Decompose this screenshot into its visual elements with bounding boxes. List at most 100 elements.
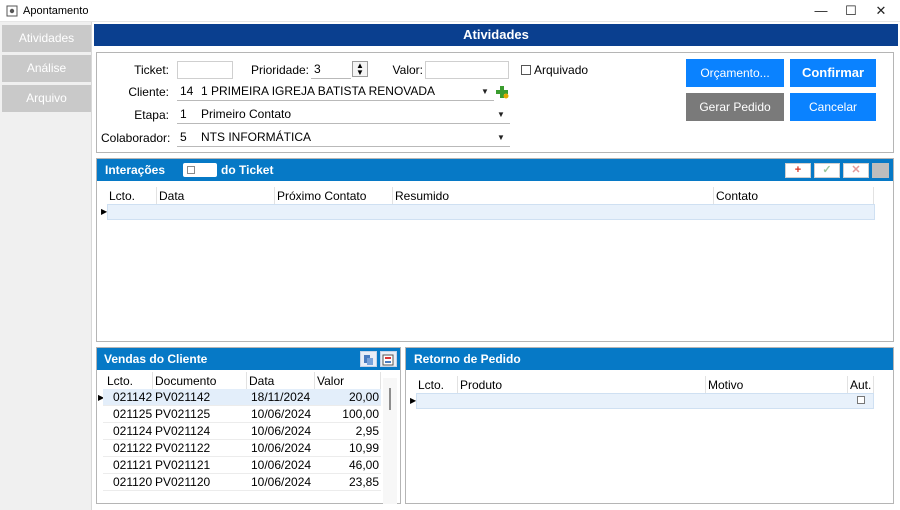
- retorno-col-motivo[interactable]: Motivo: [706, 376, 848, 394]
- vendas-cell-valor: 23,85: [348, 475, 379, 489]
- cliente-code-field[interactable]: 14: [177, 83, 198, 101]
- ticket-toggle[interactable]: [183, 163, 217, 177]
- col-lcto[interactable]: Lcto.: [107, 187, 157, 205]
- vendas-cell-data: 10/06/2024: [251, 407, 312, 421]
- vendas-cell-lcto: 021125: [113, 407, 153, 421]
- title-bar: Apontamento — ☐ ✕: [0, 0, 900, 22]
- vendas-col-documento[interactable]: Documento: [153, 372, 247, 390]
- report-icon[interactable]: [380, 351, 397, 367]
- table-row[interactable]: 021122 PV021122 10/06/2024 10,99: [103, 440, 381, 457]
- vendas-cell-documento: PV021125: [155, 407, 211, 421]
- vendas-cell-data: 10/06/2024: [251, 441, 312, 455]
- scrollbar-thumb[interactable]: [389, 388, 391, 410]
- vendas-cell-lcto: 021121: [113, 458, 153, 472]
- toggle-knob: [187, 166, 195, 174]
- maximize-button[interactable]: ☐: [836, 0, 866, 22]
- colaborador-label: Colaborador:: [101, 131, 171, 145]
- cliente-dropdown-chevron-icon[interactable]: ▼: [478, 84, 492, 100]
- retorno-panel: Retorno de Pedido Lcto. Produto Motivo A…: [405, 347, 894, 504]
- colaborador-code-field[interactable]: 5: [177, 129, 198, 147]
- retorno-title: Retorno de Pedido: [414, 352, 521, 366]
- vendas-cell-lcto: 021124: [113, 424, 153, 438]
- ticket-label: Ticket:: [134, 63, 169, 77]
- table-row[interactable]: 021121 PV021121 10/06/2024 46,00: [103, 457, 381, 474]
- orcamento-button[interactable]: Orçamento...: [686, 59, 784, 87]
- valor-field[interactable]: [425, 61, 509, 79]
- vendas-cell-documento: PV021120: [155, 475, 211, 489]
- vendas-col-lcto[interactable]: Lcto.: [105, 372, 153, 390]
- col-proximo-contato[interactable]: Próximo Contato: [275, 187, 393, 205]
- vendas-cell-data: 10/06/2024: [251, 475, 312, 489]
- confirm-interacao-button[interactable]: ✓: [814, 163, 840, 178]
- panel-extra-button[interactable]: [872, 163, 889, 178]
- vendas-col-data[interactable]: Data: [247, 372, 315, 390]
- prioridade-spinner[interactable]: ▲ ▼: [352, 61, 368, 77]
- arquivado-label: Arquivado: [534, 63, 589, 77]
- vendas-cell-valor: 100,00: [342, 407, 379, 421]
- col-contato[interactable]: Contato: [714, 187, 874, 205]
- vendas-cell-documento: PV021124: [155, 424, 211, 438]
- copy-icon[interactable]: [360, 351, 377, 367]
- vendas-cell-lcto: 021122: [113, 441, 153, 455]
- colaborador-name-field[interactable]: NTS INFORMÁTICA: [198, 129, 510, 147]
- vendas-cell-valor: 2,95: [355, 424, 379, 438]
- retorno-col-aut[interactable]: Aut.: [848, 376, 874, 394]
- retorno-col-produto[interactable]: Produto: [458, 376, 706, 394]
- col-resumido[interactable]: Resumido: [393, 187, 714, 205]
- table-row[interactable]: 021125 PV021125 10/06/2024 100,00: [103, 406, 381, 423]
- vendas-header: Vendas do Cliente: [97, 348, 400, 370]
- prioridade-label: Prioridade:: [250, 63, 309, 77]
- cliente-label: Cliente:: [128, 85, 169, 99]
- form-panel: Ticket: Prioridade: 3 ▲ ▼ Valor: Arquivad…: [96, 52, 894, 153]
- etapa-name-field[interactable]: Primeiro Contato: [198, 106, 510, 124]
- sidebar-item-analise[interactable]: Análise: [2, 55, 91, 82]
- vendas-cell-lcto: 021120: [113, 475, 153, 489]
- cancel-interacao-button[interactable]: ✕: [843, 163, 869, 178]
- add-interacao-button[interactable]: +: [785, 163, 811, 178]
- retorno-header: Retorno de Pedido: [406, 348, 893, 370]
- confirmar-button[interactable]: Confirmar: [790, 59, 876, 87]
- colaborador-dropdown-chevron-icon[interactable]: ▼: [494, 130, 508, 146]
- gerar-pedido-button[interactable]: Gerar Pedido: [686, 93, 784, 121]
- cancelar-button[interactable]: Cancelar: [790, 93, 876, 121]
- sidebar: Atividades Análise Arquivo: [0, 22, 92, 510]
- ticket-field[interactable]: [177, 61, 233, 79]
- add-cliente-icon[interactable]: [495, 85, 509, 99]
- etapa-dropdown-chevron-icon[interactable]: ▼: [494, 107, 508, 123]
- app-gear-icon: [6, 5, 18, 17]
- prioridade-field[interactable]: 3: [311, 61, 351, 79]
- aut-checkbox[interactable]: [857, 396, 865, 404]
- vendas-panel: Vendas do Cliente Lcto. Documento Data V…: [96, 347, 401, 504]
- sidebar-item-arquivo[interactable]: Arquivo: [2, 85, 91, 112]
- valor-label: Valor:: [392, 63, 423, 77]
- retorno-col-lcto[interactable]: Lcto.: [416, 376, 458, 394]
- interacoes-panel: Interações do Ticket + ✓ ✕ Lcto. Data Pr…: [96, 158, 894, 342]
- vendas-cell-valor: 20,00: [348, 390, 379, 404]
- window-title: Apontamento: [23, 5, 89, 17]
- interacoes-header: Interações do Ticket + ✓ ✕: [97, 159, 893, 181]
- vendas-cell-documento: PV021142: [155, 390, 211, 404]
- table-row[interactable]: 021142 PV021142 18/11/2024 20,00: [103, 389, 381, 406]
- vendas-cell-lcto: 021142: [113, 390, 153, 404]
- cliente-name-field[interactable]: 1 PRIMEIRA IGREJA BATISTA RENOVADA: [198, 83, 494, 101]
- page-title: Atividades: [94, 24, 898, 46]
- arquivado-checkbox[interactable]: [521, 65, 531, 75]
- close-button[interactable]: ✕: [866, 0, 896, 22]
- vendas-cell-data: 18/11/2024: [251, 390, 311, 404]
- table-row[interactable]: [107, 204, 875, 220]
- vendas-cell-valor: 46,00: [348, 458, 379, 472]
- vendas-cell-documento: PV021121: [155, 458, 211, 472]
- table-row[interactable]: [416, 393, 874, 409]
- col-data[interactable]: Data: [157, 187, 275, 205]
- minimize-button[interactable]: —: [806, 0, 836, 22]
- vendas-cell-data: 10/06/2024: [251, 458, 312, 472]
- vendas-col-valor[interactable]: Valor: [315, 372, 381, 390]
- table-row[interactable]: 021124 PV021124 10/06/2024 2,95: [103, 423, 381, 440]
- table-row[interactable]: 021120 PV021120 10/06/2024 23,85: [103, 474, 381, 491]
- interacoes-title: Interações: [105, 163, 166, 177]
- vendas-scrollbar[interactable]: [383, 378, 397, 504]
- vendas-cell-valor: 10,99: [348, 441, 379, 455]
- vendas-title: Vendas do Cliente: [104, 352, 208, 366]
- etapa-code-field[interactable]: 1: [177, 106, 198, 124]
- sidebar-item-atividades[interactable]: Atividades: [2, 25, 91, 52]
